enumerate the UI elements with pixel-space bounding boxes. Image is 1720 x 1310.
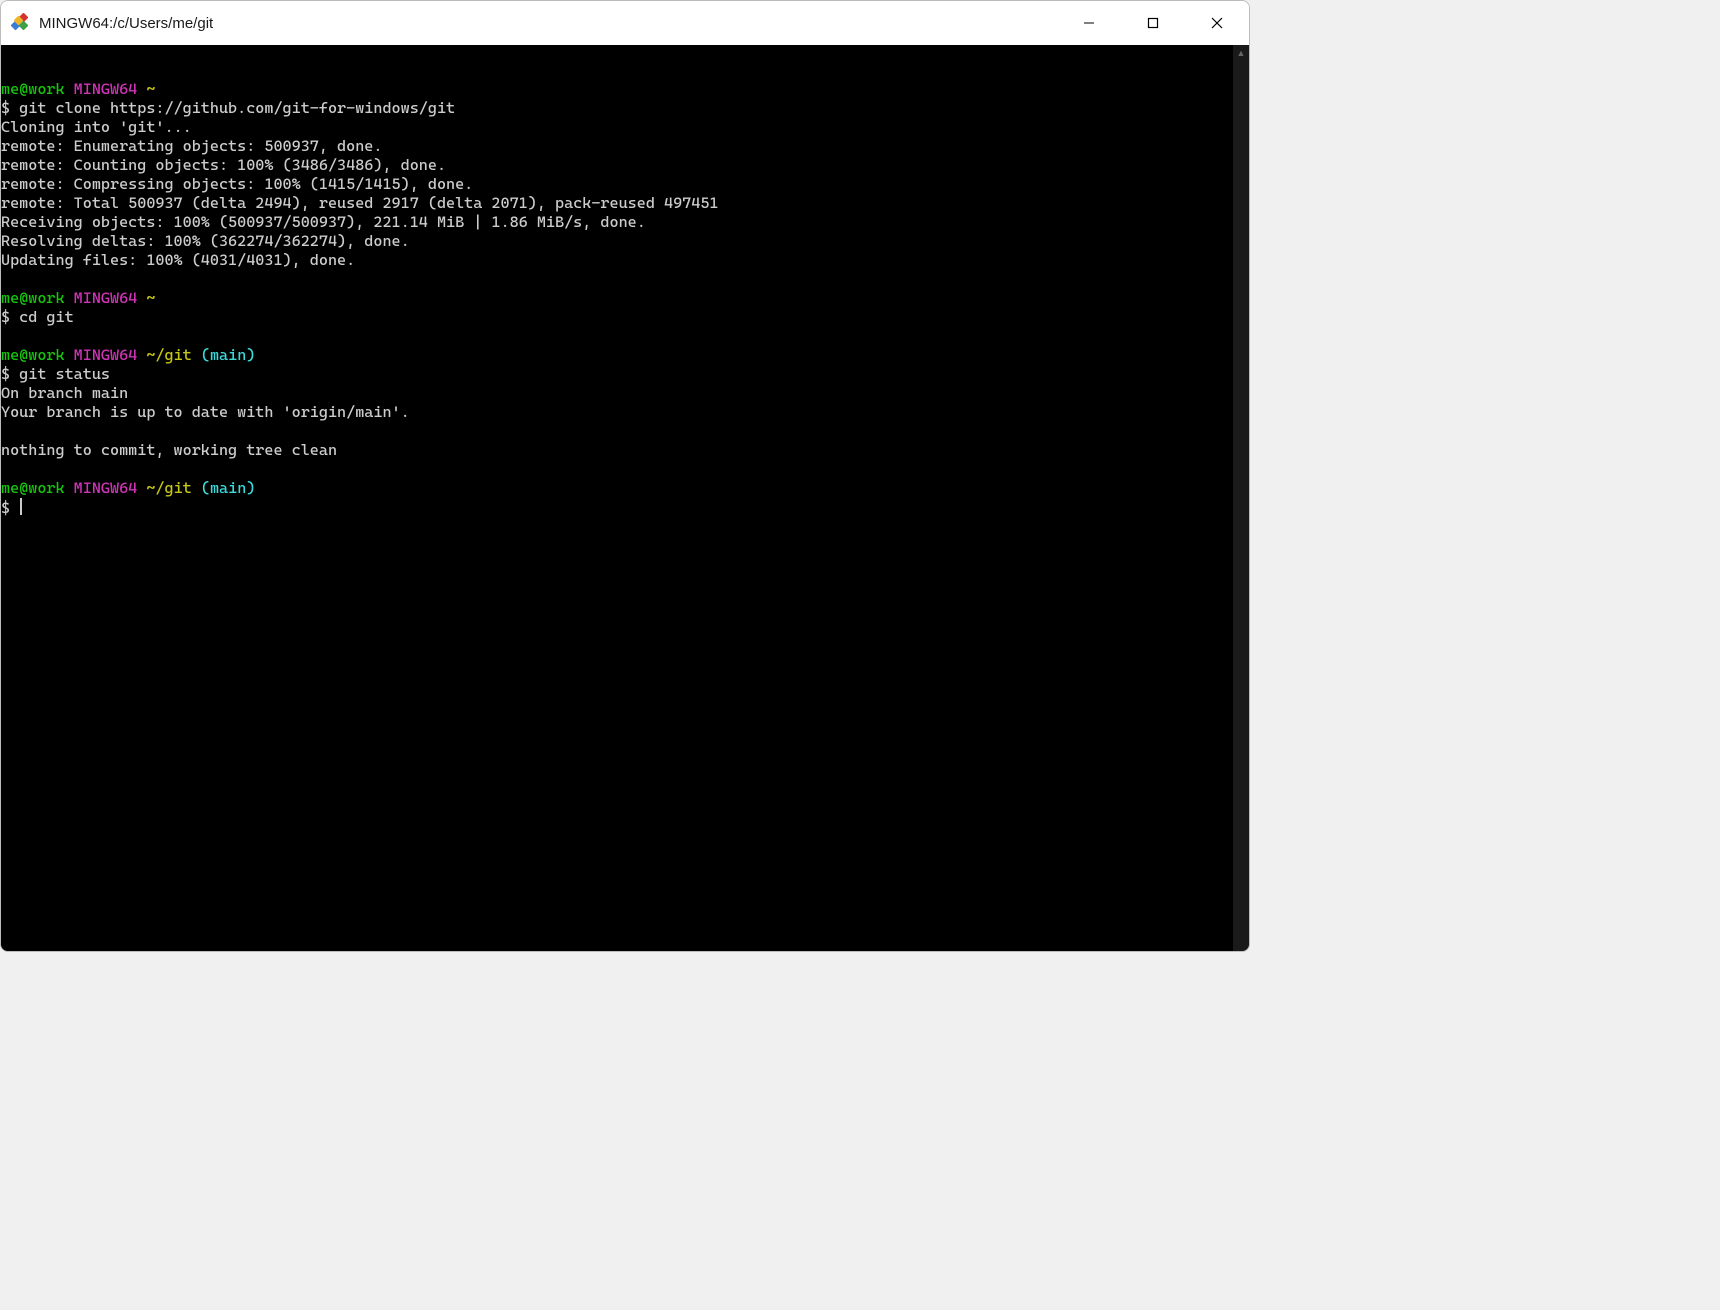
output-line: Resolving deltas: 100% (362274/362274), … (1, 232, 410, 250)
prompt-user: me@work (1, 289, 65, 307)
prompt-user: me@work (1, 80, 65, 98)
window-controls (1057, 1, 1249, 45)
window-title: MINGW64:/c/Users/me/git (39, 15, 213, 32)
output-line: remote: Total 500937 (delta 2494), reuse… (1, 194, 718, 212)
prompt-branch: (main) (201, 346, 256, 364)
prompt-path: ~ (146, 289, 155, 307)
scroll-down-arrow[interactable] (1233, 935, 1249, 951)
maximize-button[interactable] (1121, 1, 1185, 45)
output-line: Your branch is up to date with 'origin/m… (1, 403, 410, 421)
output-line: Cloning into 'git'... (1, 118, 192, 136)
prompt-path: ~/git (146, 346, 191, 364)
command-line: $ git status (1, 365, 110, 383)
scroll-up-arrow[interactable]: ▲ (1233, 45, 1249, 61)
git-bash-icon (11, 13, 31, 33)
prompt-host: MINGW64 (74, 80, 138, 98)
app-window: MINGW64:/c/Users/me/git me@work MINGW64 … (0, 0, 1250, 952)
output-line: Updating files: 100% (4031/4031), done. (1, 251, 355, 269)
output-line: On branch main (1, 384, 128, 402)
prompt-path: ~ (146, 80, 155, 98)
terminal[interactable]: me@work MINGW64 ~ $ git clone https://gi… (1, 45, 1233, 951)
titlebar[interactable]: MINGW64:/c/Users/me/git (1, 1, 1249, 45)
command-line: $ cd git (1, 308, 74, 326)
command-line: $ git clone https://github.com/git-for-w… (1, 99, 455, 117)
terminal-area: me@work MINGW64 ~ $ git clone https://gi… (1, 45, 1249, 951)
output-line: remote: Compressing objects: 100% (1415/… (1, 175, 473, 193)
prompt-host: MINGW64 (74, 289, 138, 307)
titlebar-left: MINGW64:/c/Users/me/git (1, 13, 1057, 33)
output-line: nothing to commit, working tree clean (1, 441, 337, 459)
output-line: remote: Enumerating objects: 500937, don… (1, 137, 382, 155)
cursor (20, 498, 22, 515)
scroll-track[interactable] (1233, 61, 1249, 935)
prompt-branch: (main) (201, 479, 256, 497)
minimize-button[interactable] (1057, 1, 1121, 45)
output-line: Receiving objects: 100% (500937/500937),… (1, 213, 646, 231)
close-button[interactable] (1185, 1, 1249, 45)
scrollbar[interactable]: ▲ (1233, 45, 1249, 951)
prompt-user: me@work (1, 479, 65, 497)
prompt-user: me@work (1, 346, 65, 364)
output-line: remote: Counting objects: 100% (3486/348… (1, 156, 446, 174)
prompt-host: MINGW64 (74, 479, 138, 497)
command-line: $ (1, 499, 19, 517)
prompt-path: ~/git (146, 479, 191, 497)
prompt-host: MINGW64 (74, 346, 138, 364)
